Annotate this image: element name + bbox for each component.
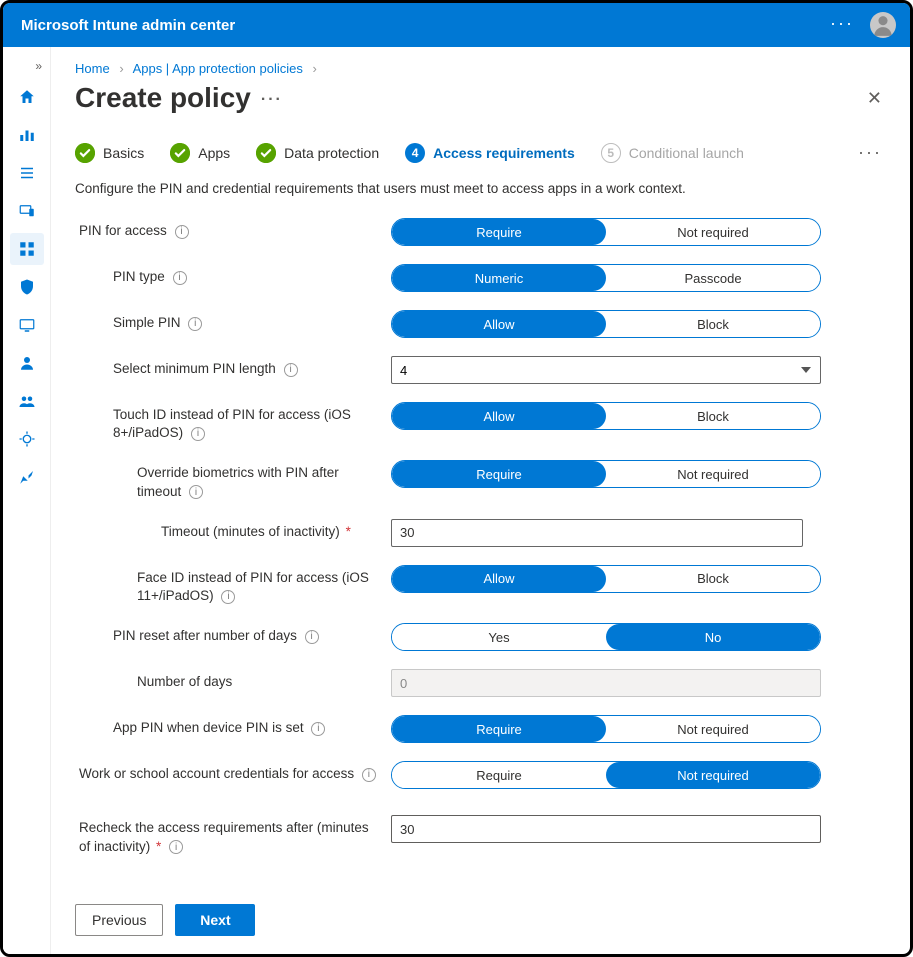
previous-button[interactable]: Previous bbox=[75, 904, 163, 936]
info-icon[interactable]: i bbox=[175, 225, 189, 239]
step-basics[interactable]: Basics bbox=[75, 143, 144, 163]
info-icon[interactable]: i bbox=[173, 271, 187, 285]
check-icon bbox=[170, 143, 190, 163]
nav-apps-icon[interactable] bbox=[10, 233, 44, 265]
app-window: Microsoft Intune admin center ··· » bbox=[0, 0, 913, 957]
check-icon bbox=[75, 143, 95, 163]
step-data-protection[interactable]: Data protection bbox=[256, 143, 379, 163]
wizard-footer: Previous Next bbox=[75, 904, 882, 954]
input-timeout[interactable] bbox=[391, 519, 803, 547]
info-icon[interactable]: i bbox=[189, 485, 203, 499]
step-conditional-launch[interactable]: 5 Conditional launch bbox=[601, 143, 744, 163]
nav-groups-icon[interactable] bbox=[10, 385, 44, 417]
toggle-simple-pin[interactable]: Allow Block bbox=[391, 310, 821, 338]
row-touch-id: Touch ID instead of PIN for access (iOS … bbox=[79, 402, 882, 442]
row-face-id: Face ID instead of PIN for access (iOS 1… bbox=[79, 565, 882, 605]
info-icon[interactable]: i bbox=[362, 768, 376, 782]
nav-devices-icon[interactable] bbox=[10, 195, 44, 227]
collapse-nav-icon[interactable]: » bbox=[3, 55, 50, 75]
info-icon[interactable]: i bbox=[284, 363, 298, 377]
breadcrumb-apps[interactable]: Apps | App protection policies bbox=[133, 61, 303, 76]
page-more-icon[interactable]: ··· bbox=[261, 91, 283, 109]
select-min-pin-length[interactable]: 4 bbox=[391, 356, 821, 384]
toggle-touch-id[interactable]: Allow Block bbox=[391, 402, 821, 430]
steps-more-icon[interactable]: ··· bbox=[858, 142, 882, 163]
toggle-pin-for-access[interactable]: Require Not required bbox=[391, 218, 821, 246]
nav-dashboard-icon[interactable] bbox=[10, 119, 44, 151]
nav-security-icon[interactable] bbox=[10, 271, 44, 303]
left-nav: » bbox=[3, 47, 51, 954]
row-work-credentials: Work or school account credentials for a… bbox=[79, 761, 882, 789]
breadcrumb: Home › Apps | App protection policies › bbox=[75, 61, 882, 76]
next-button[interactable]: Next bbox=[175, 904, 255, 936]
close-icon[interactable]: ✕ bbox=[867, 88, 882, 109]
info-icon[interactable]: i bbox=[169, 840, 183, 854]
chevron-right-icon: › bbox=[313, 61, 317, 76]
info-icon[interactable]: i bbox=[191, 427, 205, 441]
nav-home-icon[interactable] bbox=[10, 81, 44, 113]
row-recheck: Recheck the access requirements after (m… bbox=[79, 815, 882, 855]
nav-list-icon[interactable] bbox=[10, 157, 44, 189]
toggle-app-pin-device[interactable]: Require Not required bbox=[391, 715, 821, 743]
row-pin-type: PIN type i Numeric Passcode bbox=[79, 264, 882, 292]
row-simple-pin: Simple PIN i Allow Block bbox=[79, 310, 882, 338]
step-access-requirements[interactable]: 4 Access requirements bbox=[405, 143, 575, 163]
wizard-steps: Basics Apps Data protection 4 Access req… bbox=[75, 142, 882, 163]
step-apps[interactable]: Apps bbox=[170, 143, 230, 163]
toggle-face-id[interactable]: Allow Block bbox=[391, 565, 821, 593]
info-icon[interactable]: i bbox=[305, 630, 319, 644]
nav-troubleshoot-icon[interactable] bbox=[10, 461, 44, 493]
main-content: Home › Apps | App protection policies › … bbox=[51, 47, 910, 954]
row-min-pin-length: Select minimum PIN length i 4 bbox=[79, 356, 882, 384]
toggle-work-credentials[interactable]: Require Not required bbox=[391, 761, 821, 789]
toggle-pin-type[interactable]: Numeric Passcode bbox=[391, 264, 821, 292]
row-app-pin-device: App PIN when device PIN is set i Require… bbox=[79, 715, 882, 743]
app-title: Microsoft Intune admin center bbox=[21, 17, 235, 34]
chevron-right-icon: › bbox=[119, 61, 123, 76]
info-icon[interactable]: i bbox=[311, 722, 325, 736]
row-pin-reset: PIN reset after number of days i Yes No bbox=[79, 623, 882, 651]
row-number-of-days: Number of days bbox=[79, 669, 882, 697]
user-avatar[interactable] bbox=[870, 12, 896, 38]
toggle-pin-reset[interactable]: Yes No bbox=[391, 623, 821, 651]
page-title: Create policy ··· bbox=[75, 82, 283, 114]
toggle-override-biometrics[interactable]: Require Not required bbox=[391, 460, 821, 488]
nav-tenant-icon[interactable] bbox=[10, 423, 44, 455]
row-timeout: Timeout (minutes of inactivity) * bbox=[79, 519, 882, 547]
info-icon[interactable]: i bbox=[221, 590, 235, 604]
topbar-more-icon[interactable]: ··· bbox=[830, 14, 854, 36]
check-icon bbox=[256, 143, 276, 163]
top-bar: Microsoft Intune admin center ··· bbox=[3, 3, 910, 47]
section-intro: Configure the PIN and credential require… bbox=[75, 181, 882, 196]
breadcrumb-home[interactable]: Home bbox=[75, 61, 110, 76]
input-recheck[interactable] bbox=[391, 815, 821, 843]
info-icon[interactable]: i bbox=[188, 317, 202, 331]
row-override-biometrics: Override biometrics with PIN after timeo… bbox=[79, 460, 882, 500]
row-pin-for-access: PIN for access i Require Not required bbox=[79, 218, 882, 246]
input-number-of-days bbox=[391, 669, 821, 697]
nav-reports-icon[interactable] bbox=[10, 309, 44, 341]
nav-user-icon[interactable] bbox=[10, 347, 44, 379]
